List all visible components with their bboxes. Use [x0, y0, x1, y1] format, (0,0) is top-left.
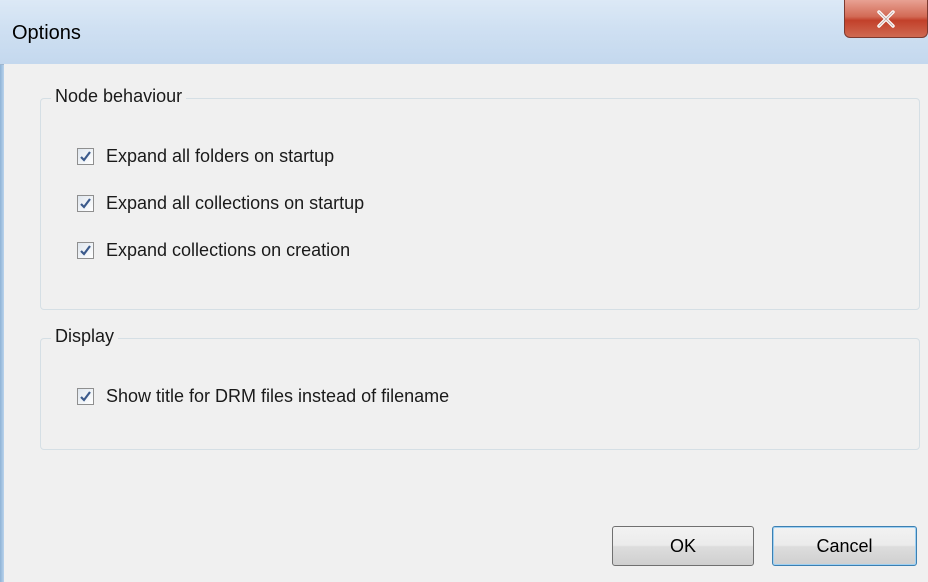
display-group: Display Show title for DRM files instead…: [40, 326, 920, 450]
expand-collections-checkbox[interactable]: [77, 195, 94, 212]
expand-folders-checkbox[interactable]: [77, 148, 94, 165]
node-behaviour-group-label: Node behaviour: [51, 86, 187, 107]
cancel-button[interactable]: Cancel: [772, 526, 917, 566]
expand-on-creation-checkbox-row[interactable]: Expand collections on creation: [77, 240, 350, 261]
ok-button[interactable]: OK: [612, 526, 754, 566]
window-title: Options: [12, 22, 81, 44]
display-group-label: Display: [51, 326, 119, 347]
close-icon: [876, 9, 896, 28]
drm-title-checkbox[interactable]: [77, 388, 94, 405]
node-behaviour-group: Node behaviour Expand all folders on sta…: [40, 86, 920, 310]
close-button[interactable]: [844, 0, 928, 38]
checkmark-icon: [80, 151, 91, 162]
checkmark-icon: [80, 198, 91, 209]
expand-collections-checkbox-row[interactable]: Expand all collections on startup: [77, 193, 364, 214]
drm-title-label: Show title for DRM files instead of file…: [106, 386, 450, 406]
dialog-body: Node behaviour Expand all folders on sta…: [4, 64, 928, 582]
expand-on-creation-label: Expand collections on creation: [106, 240, 351, 260]
expand-folders-label: Expand all folders on startup: [106, 146, 335, 166]
expand-folders-checkbox-row[interactable]: Expand all folders on startup: [77, 146, 334, 167]
title-bar: Options: [0, 0, 928, 65]
drm-title-checkbox-row[interactable]: Show title for DRM files instead of file…: [77, 386, 449, 407]
expand-collections-label: Expand all collections on startup: [106, 193, 365, 213]
checkmark-icon: [80, 245, 91, 256]
expand-on-creation-checkbox[interactable]: [77, 242, 94, 259]
checkmark-icon: [80, 391, 91, 402]
